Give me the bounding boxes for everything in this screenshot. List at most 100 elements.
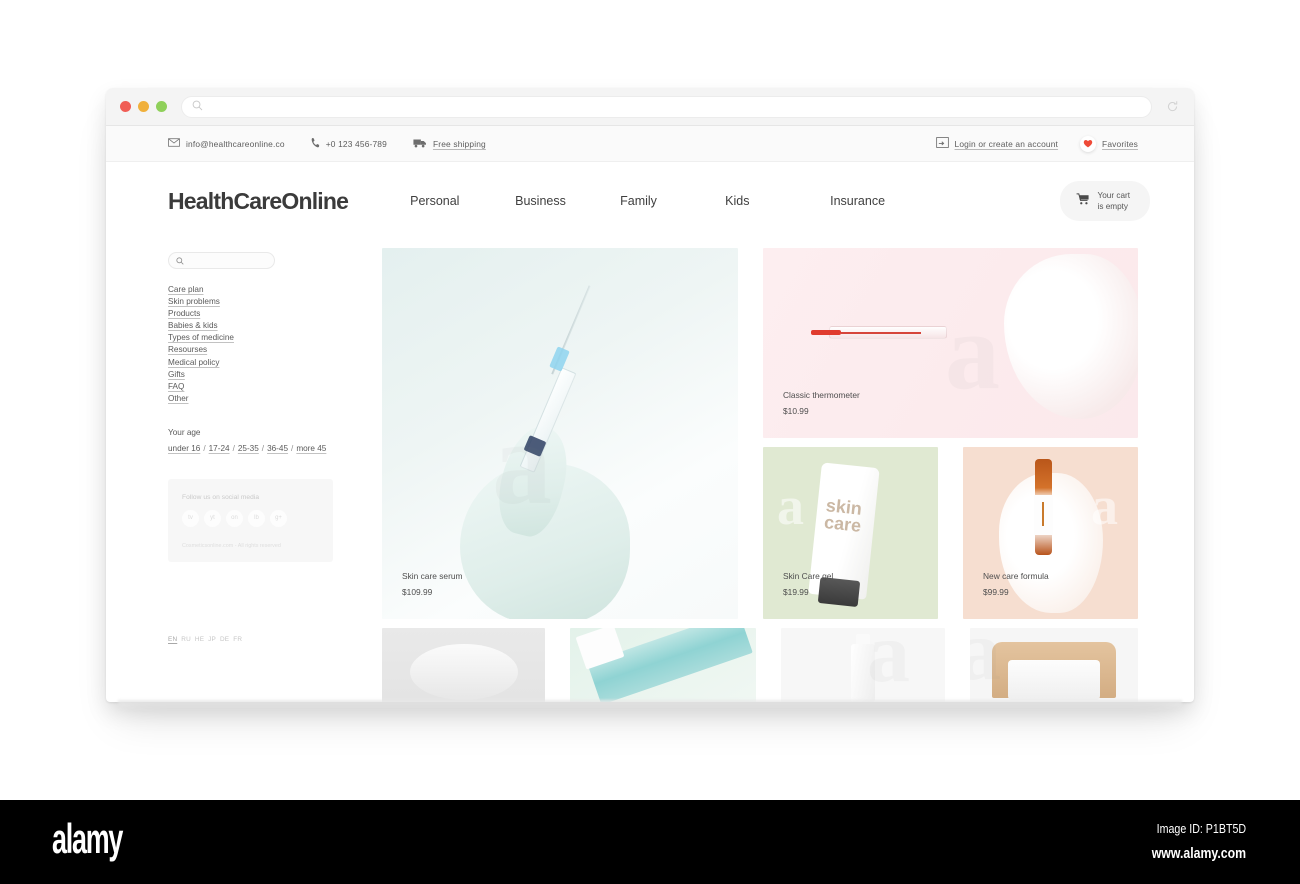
social-media-title: Follow us on social media bbox=[182, 493, 260, 501]
watermark-letter: a bbox=[945, 290, 1000, 412]
screenshot-root: info@healthcareonline.co +0 123 456-789 … bbox=[0, 0, 1300, 884]
nav-item-family[interactable]: Family bbox=[620, 194, 725, 208]
age-option-25-35[interactable]: 25-35 bbox=[238, 444, 259, 453]
close-window-button[interactable] bbox=[120, 101, 131, 112]
product-name: Classic thermometer bbox=[783, 390, 860, 400]
account-icon bbox=[935, 137, 949, 150]
thermometer-bulb-artwork bbox=[811, 330, 841, 335]
product-card-classic-thermometer[interactable]: a Classic thermometer $10.99 bbox=[763, 248, 1138, 438]
language-he[interactable]: HE bbox=[195, 636, 204, 643]
sidebar-search[interactable] bbox=[168, 252, 298, 270]
nav-item-personal[interactable]: Personal bbox=[410, 194, 515, 208]
sidebar-item-gifts[interactable]: Gifts bbox=[168, 370, 185, 379]
phone-icon bbox=[311, 137, 320, 150]
box-inner-artwork bbox=[1008, 660, 1100, 700]
alamy-logo: alamy bbox=[52, 815, 123, 862]
sidebar-item-resourses[interactable]: Resourses bbox=[168, 345, 207, 354]
language-ru[interactable]: RU bbox=[181, 636, 191, 643]
product-name: Skin care serum bbox=[402, 571, 463, 581]
product-name: New care formula bbox=[983, 571, 1049, 581]
contact-phone[interactable]: +0 123 456-789 bbox=[311, 137, 387, 150]
age-option-36-45[interactable]: 36-45 bbox=[267, 444, 288, 453]
address-input[interactable] bbox=[209, 101, 1141, 112]
product-caption: Classic thermometer $10.99 bbox=[783, 390, 860, 416]
product-card-skin-care-gel[interactable]: skin care a Skin Care gel $19.99 bbox=[763, 447, 938, 619]
sidebar: Care plan Skin problems Products Babies … bbox=[168, 240, 382, 702]
heart-icon bbox=[1080, 135, 1097, 152]
search-icon bbox=[176, 252, 184, 270]
sidebar-item-skin-problems[interactable]: Skin problems bbox=[168, 297, 220, 306]
sidebar-item-care-plan[interactable]: Care plan bbox=[168, 285, 204, 294]
sidebar-item-types-of-medicine[interactable]: Types of medicine bbox=[168, 333, 234, 342]
product-card-partial-4[interactable]: a bbox=[970, 628, 1138, 702]
login-link[interactable]: Login or create an account bbox=[935, 137, 1059, 150]
sidebar-item-other[interactable]: Other bbox=[168, 394, 188, 403]
product-row-secondary: skin care a Skin Care gel $19.99 a New c… bbox=[763, 447, 1138, 619]
ampoule-arrow-artwork bbox=[1042, 502, 1044, 526]
age-separator: / bbox=[261, 443, 265, 453]
age-option-more-45[interactable]: more 45 bbox=[296, 444, 326, 453]
product-price: $19.99 bbox=[783, 587, 809, 597]
sidebar-search-input[interactable] bbox=[188, 256, 298, 265]
language-fr[interactable]: FR bbox=[233, 636, 242, 643]
nav-item-kids[interactable]: Kids bbox=[725, 194, 830, 208]
product-card-partial-1[interactable] bbox=[382, 628, 545, 702]
soap-dish-artwork bbox=[410, 644, 518, 700]
search-icon bbox=[192, 98, 203, 116]
gloved-hand-artwork bbox=[1004, 254, 1138, 419]
sidebar-item-products[interactable]: Products bbox=[168, 309, 200, 318]
reload-icon[interactable] bbox=[1164, 99, 1180, 115]
thermometer-mercury-artwork bbox=[841, 331, 921, 334]
sidebar-item-faq[interactable]: FAQ bbox=[168, 382, 184, 391]
product-card-partial-2[interactable] bbox=[570, 628, 756, 702]
page-content: Care plan Skin problems Products Babies … bbox=[106, 240, 1194, 702]
watermark-letter: a bbox=[777, 476, 804, 536]
favorites-link[interactable]: Favorites bbox=[1080, 135, 1138, 152]
alamy-url: www.alamy.com bbox=[1151, 845, 1246, 862]
product-price: $10.99 bbox=[783, 406, 809, 416]
googleplus-icon[interactable]: g+ bbox=[270, 509, 287, 527]
product-card-new-care-formula[interactable]: a New care formula $99.99 bbox=[963, 447, 1138, 619]
product-price: $99.99 bbox=[983, 587, 1009, 597]
minimize-window-button[interactable] bbox=[138, 101, 149, 112]
address-bar[interactable] bbox=[181, 95, 1152, 118]
truck-icon bbox=[413, 138, 427, 150]
nav-item-business[interactable]: Business bbox=[515, 194, 620, 208]
cart-button[interactable]: Your cart is empty bbox=[1059, 180, 1150, 222]
browser-window: info@healthcareonline.co +0 123 456-789 … bbox=[106, 88, 1194, 702]
language-de[interactable]: DE bbox=[220, 636, 229, 643]
twitter-icon[interactable]: tv bbox=[182, 509, 199, 527]
language-jp[interactable]: JP bbox=[208, 636, 216, 643]
free-shipping-label: Free shipping bbox=[432, 138, 486, 149]
alamy-image-id: Image ID: P1BT5D bbox=[1156, 821, 1246, 836]
sidebar-item-babies-kids[interactable]: Babies & kids bbox=[168, 321, 218, 330]
language-selector: EN RU HE JP DE FR bbox=[168, 636, 242, 643]
nav-item-insurance[interactable]: Insurance bbox=[830, 194, 935, 208]
contact-email[interactable]: info@healthcareonline.co bbox=[168, 138, 285, 149]
odnoklassniki-icon[interactable]: on bbox=[226, 509, 243, 527]
sidebar-item-medical-policy[interactable]: Medical policy bbox=[168, 358, 219, 367]
site-logo[interactable]: HealthCareOnline bbox=[168, 188, 349, 215]
linkedin-icon[interactable]: lb bbox=[248, 509, 265, 527]
window-controls[interactable] bbox=[120, 101, 167, 112]
product-card-partial-3[interactable]: a bbox=[781, 628, 945, 702]
login-label: Login or create an account bbox=[954, 138, 1059, 149]
favorites-label: Favorites bbox=[1102, 138, 1138, 149]
age-filter: Your age under 16 / 17-24 / 25-35 / 36-4… bbox=[168, 428, 382, 453]
age-separator: / bbox=[203, 443, 206, 453]
maximize-window-button[interactable] bbox=[156, 101, 167, 112]
dropper-bottle-artwork bbox=[851, 644, 875, 702]
language-en[interactable]: EN bbox=[168, 636, 177, 643]
sidebar-links: Care plan Skin problems Products Babies … bbox=[168, 285, 382, 403]
product-card-skin-care-serum[interactable]: a Skin care serum $109.99 bbox=[382, 248, 738, 619]
cart-line-2: is empty bbox=[1097, 202, 1129, 211]
product-name: Skin Care gel bbox=[783, 571, 834, 581]
age-filter-options: under 16 / 17-24 / 25-35 / 36-45 / more … bbox=[168, 444, 382, 453]
product-caption: New care formula $99.99 bbox=[983, 571, 1049, 597]
age-option-under-16[interactable]: under 16 bbox=[168, 444, 200, 453]
age-option-17-24[interactable]: 17-24 bbox=[209, 444, 230, 453]
contact-phone-label: +0 123 456-789 bbox=[325, 138, 387, 149]
product-grid: a Skin care serum $109.99 a Classic ther… bbox=[382, 240, 1138, 702]
free-shipping[interactable]: Free shipping bbox=[413, 138, 486, 150]
youtube-icon[interactable]: yt bbox=[204, 509, 221, 527]
